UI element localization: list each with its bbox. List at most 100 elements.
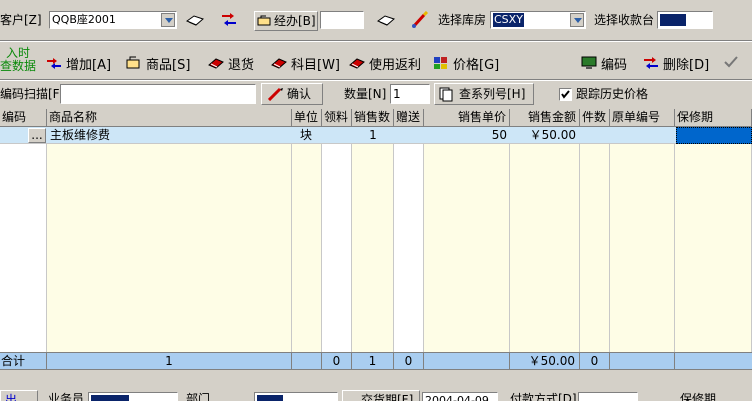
cell-warranty-selected[interactable] <box>676 127 752 144</box>
table-row[interactable]: ... 主板维修费 块 1 50 ￥50.00 <box>0 127 752 144</box>
col-pick <box>322 127 352 353</box>
col-unit <box>292 127 322 353</box>
items-grid[interactable]: 编码 商品名称 单位 领料 销售数 赠送 销售单价 销售金额 件数 原单编号 保… <box>0 109 752 353</box>
col-header-price[interactable]: 销售单价 <box>424 109 510 127</box>
rebate-label: 使用返利 <box>369 57 422 73</box>
col-header-unit[interactable]: 单位 <box>292 109 322 127</box>
col-orig <box>610 127 675 353</box>
handler-button[interactable]: 经办[B] <box>254 11 318 31</box>
subject-label: 科目[W] <box>291 57 340 73</box>
date-input[interactable]: 2004-04-09 <box>422 392 498 401</box>
customer-dropdown-button[interactable] <box>161 13 175 27</box>
add-icon <box>46 56 62 70</box>
bottom-bar: 出 业务员 部门 交货期[F] 2004-04-09 付款方式[D] 保修期 <box>0 388 752 401</box>
realtime-line2: 查数据 <box>0 59 37 73</box>
col-header-name[interactable]: 商品名称 <box>47 109 292 127</box>
goods-button[interactable]: 商品[S] <box>126 53 190 73</box>
total-pieces: 0 <box>580 353 610 370</box>
date-button[interactable]: 交货期[F] <box>342 390 420 401</box>
subject-button[interactable]: 科目[W] <box>271 53 340 73</box>
divider-2 <box>0 79 752 81</box>
history-label: 跟踪历史价格 <box>576 87 649 101</box>
delete-icon <box>643 56 659 70</box>
qty-value: 1 <box>393 87 401 101</box>
bottom-left-label: 出 <box>5 393 18 401</box>
col-pieces <box>580 127 610 353</box>
customer-input[interactable]: QQB座2001 <box>49 11 177 29</box>
register-selected-highlight <box>660 14 686 26</box>
total-row: 合计 1 0 1 0 ￥50.00 0 <box>0 352 752 370</box>
cell-price[interactable]: 50 <box>424 127 507 144</box>
cell-qty[interactable]: 1 <box>352 127 394 144</box>
confirm-button[interactable]: 确认 <box>261 83 323 105</box>
col-header-pieces[interactable]: 件数 <box>580 109 610 127</box>
col-header-warranty[interactable]: 保修期 <box>675 109 752 127</box>
handler-input[interactable] <box>320 11 364 29</box>
staff-select[interactable] <box>88 392 178 401</box>
goods-label: 商品[S] <box>146 57 191 73</box>
brush-icon[interactable] <box>411 10 429 29</box>
add-button[interactable]: 增加[A] <box>46 53 111 73</box>
scan-label: 编码扫描[F] <box>0 87 65 101</box>
staff-label: 业务员 <box>48 392 85 401</box>
col-header-code[interactable]: 编码 <box>0 109 47 127</box>
pay-select[interactable] <box>578 392 638 401</box>
goods-icon <box>126 56 142 70</box>
confirm-label: 确认 <box>287 87 312 101</box>
return-button[interactable]: 退货 <box>208 53 254 73</box>
bottom-left-button[interactable]: 出 <box>0 390 38 401</box>
book-icon[interactable] <box>185 15 204 27</box>
col-header-pick[interactable]: 领料 <box>322 109 352 127</box>
delete-label: 删除[D] <box>663 57 710 73</box>
code-button[interactable]: 编码 <box>581 53 627 73</box>
col-header-orig[interactable]: 原单编号 <box>610 109 675 127</box>
total-gift: 0 <box>394 353 424 370</box>
col-qty <box>352 127 394 353</box>
dept-label: 部门 <box>186 392 211 401</box>
transfer-icon[interactable] <box>220 12 238 28</box>
realtime-query-button[interactable]: 入时 查数据 <box>0 47 40 79</box>
warehouse-dropdown-button[interactable] <box>570 13 584 27</box>
register-select[interactable] <box>657 11 713 29</box>
dept-select[interactable] <box>254 392 338 401</box>
cell-amount[interactable]: ￥50.00 <box>510 127 576 144</box>
warehouse-label: 选择库房 <box>438 13 487 27</box>
total-qty: 1 <box>352 353 394 370</box>
book-icon-2[interactable] <box>376 15 395 27</box>
col-header-amount[interactable]: 销售金额 <box>510 109 580 127</box>
col-amount <box>510 127 580 353</box>
cell-name[interactable]: 主板维修费 <box>50 127 290 144</box>
grid-header: 编码 商品名称 单位 领料 销售数 赠送 销售单价 销售金额 件数 原单编号 保… <box>0 109 752 127</box>
qty-input[interactable]: 1 <box>390 84 430 104</box>
col-header-gift[interactable]: 赠送 <box>394 109 424 127</box>
confirm-icon <box>267 87 284 102</box>
handler-hand-icon <box>257 15 273 27</box>
code-label: 编码 <box>601 57 628 73</box>
warehouse-select[interactable]: CSXY <box>490 11 586 29</box>
serial-button[interactable]: 查系列号[H] <box>434 83 534 105</box>
top-field-bar: 客户[Z] QQB座2001 经办[B] 选择库房 CSXY 选择收款台 <box>0 6 752 32</box>
history-checkbox[interactable] <box>559 88 572 101</box>
serial-icon <box>439 87 453 102</box>
subject-icon <box>271 56 287 70</box>
total-orig <box>610 353 675 370</box>
cell-ellipsis-button[interactable]: ... <box>28 128 46 143</box>
dept-highlight <box>257 395 283 401</box>
return-icon <box>208 56 224 70</box>
cell-code[interactable] <box>0 127 28 144</box>
cell-unit[interactable]: 块 <box>300 127 320 144</box>
price-button[interactable]: 价格[G] <box>433 53 499 73</box>
rebate-button[interactable]: 使用返利 <box>349 53 421 73</box>
total-unit <box>292 353 322 370</box>
staff-highlight <box>91 395 129 401</box>
total-count: 1 <box>47 353 292 370</box>
total-price <box>424 353 510 370</box>
price-label: 价格[G] <box>453 57 500 73</box>
col-price <box>424 127 510 353</box>
delete-button[interactable]: 删除[D] <box>643 53 709 73</box>
col-header-qty[interactable]: 销售数 <box>352 109 394 127</box>
return-label: 退货 <box>228 57 255 73</box>
check-icon[interactable] <box>724 56 738 68</box>
scan-input[interactable] <box>60 84 256 104</box>
warranty-label: 保修期 <box>680 392 717 401</box>
